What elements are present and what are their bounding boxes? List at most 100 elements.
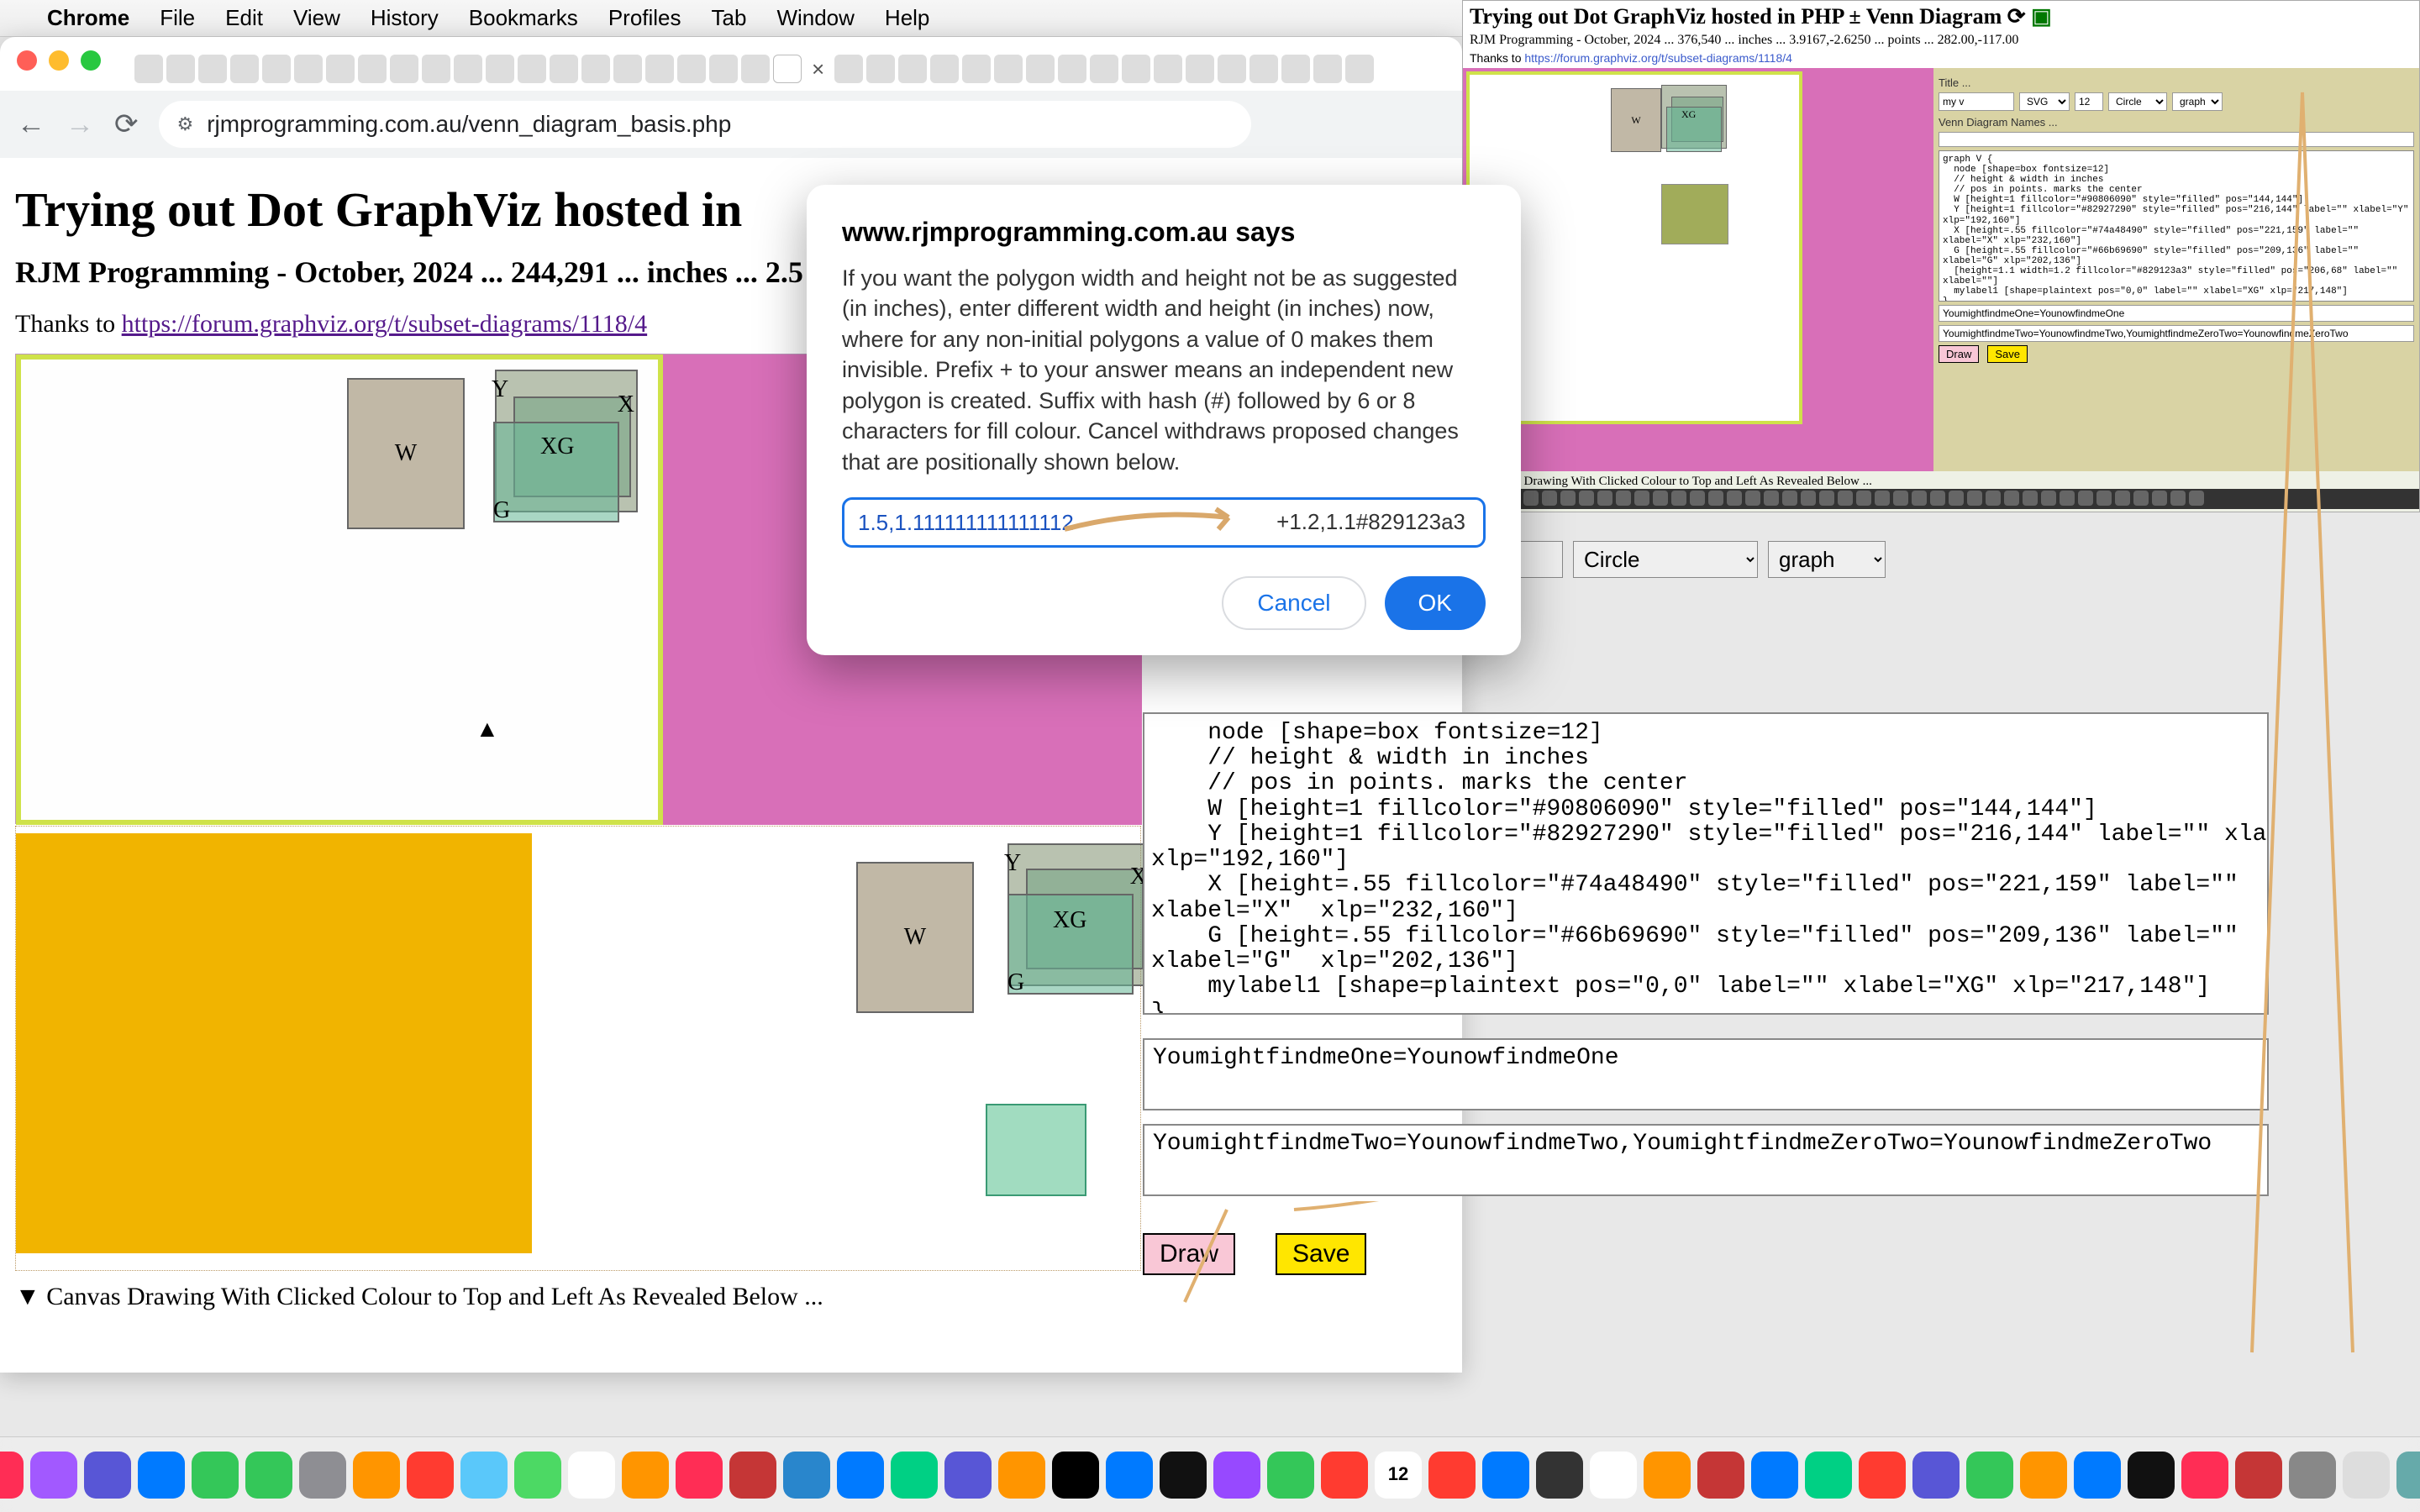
menu-view[interactable]: View (293, 5, 340, 31)
save-button[interactable]: Save (1276, 1233, 1366, 1275)
replace-textarea-2[interactable]: YoumightfindmeTwo=YounowfindmeTwo,Youmig… (1143, 1124, 2269, 1196)
tab-favicon[interactable] (390, 55, 418, 83)
dock-app-icon[interactable] (1482, 1452, 1529, 1499)
tab-favicon[interactable] (486, 55, 514, 83)
dock-app-icon[interactable] (1805, 1452, 1852, 1499)
tab-favicon[interactable] (230, 55, 259, 83)
dock-app-icon[interactable] (0, 1452, 24, 1499)
address-bar[interactable]: ⚙ rjmprogramming.com.au/venn_diagram_bas… (159, 101, 1251, 148)
tab-favicon[interactable] (1026, 55, 1055, 83)
menu-tab[interactable]: Tab (712, 5, 747, 31)
mini-save-button[interactable]: Save (1987, 345, 2028, 363)
ok-button[interactable]: OK (1385, 576, 1486, 630)
dock-app-icon[interactable] (1697, 1452, 1744, 1499)
dock-app-icon[interactable] (1859, 1452, 1906, 1499)
dock-app-icon[interactable] (676, 1452, 723, 1499)
menu-history[interactable]: History (371, 5, 439, 31)
dock-app-icon[interactable] (1966, 1452, 2013, 1499)
dock-app-icon[interactable] (1267, 1452, 1314, 1499)
tab-favicon[interactable] (1249, 55, 1278, 83)
dock-app-icon[interactable] (299, 1452, 346, 1499)
draw-button[interactable]: Draw (1143, 1233, 1235, 1275)
mini-draw-button[interactable]: Draw (1939, 345, 1979, 363)
canvas-reveal-toggle[interactable]: ▼ Canvas Drawing With Clicked Colour to … (15, 1283, 1447, 1311)
tab-favicon[interactable] (1345, 55, 1374, 83)
tab-favicon[interactable] (866, 55, 895, 83)
dock-app-icon[interactable] (138, 1452, 185, 1499)
mini-code-textarea[interactable]: graph V { node [shape=box fontsize=12] /… (1939, 150, 2414, 302)
cancel-button[interactable]: Cancel (1222, 576, 1365, 630)
dock-app-icon[interactable] (1644, 1452, 1691, 1499)
mini-shape-select[interactable]: Circle (2108, 92, 2167, 111)
mini-title-input[interactable] (1939, 92, 2014, 111)
shape-select[interactable]: Circle (1573, 541, 1758, 578)
tab-favicon[interactable] (613, 55, 642, 83)
replace-textarea-1[interactable]: YoumightfindmeOne=YounowfindmeOne (1143, 1038, 2269, 1110)
dock-app-icon[interactable] (1160, 1452, 1207, 1499)
site-settings-icon[interactable]: ⚙ (177, 113, 194, 135)
tab-favicon[interactable] (422, 55, 450, 83)
tab-favicon[interactable] (1313, 55, 1342, 83)
tab-favicon[interactable] (645, 55, 674, 83)
mini-replace-1[interactable] (1939, 305, 2414, 322)
dock-app-icon[interactable] (944, 1452, 992, 1499)
dock-app-icon[interactable] (1536, 1452, 1583, 1499)
dock-app-icon[interactable] (2020, 1452, 2067, 1499)
tab-favicon[interactable] (166, 55, 195, 83)
reload-button-icon[interactable]: ⟳ (114, 108, 139, 141)
dock-app-icon[interactable] (2181, 1452, 2228, 1499)
thanks-link[interactable]: https://forum.graphviz.org/t/subset-diag… (122, 310, 647, 338)
dock-app-icon[interactable] (353, 1452, 400, 1499)
active-tab[interactable] (773, 55, 802, 83)
tab-favicon[interactable] (1058, 55, 1086, 83)
tab-favicon[interactable] (550, 55, 578, 83)
tab-favicon[interactable] (294, 55, 323, 83)
close-window-icon[interactable] (17, 50, 37, 71)
expand-icon[interactable]: ▣ (2031, 4, 2052, 29)
tab-favicon[interactable] (1122, 55, 1150, 83)
tab-favicon[interactable] (709, 55, 738, 83)
dock-app-icon[interactable] (2343, 1452, 2390, 1499)
tab-favicon[interactable] (741, 55, 770, 83)
minimize-window-icon[interactable] (49, 50, 69, 71)
forward-button-icon[interactable]: → (66, 108, 94, 141)
tab-favicon[interactable] (262, 55, 291, 83)
tab-favicon[interactable] (994, 55, 1023, 83)
dock-app-icon[interactable] (2074, 1452, 2121, 1499)
app-name[interactable]: Chrome (47, 5, 129, 31)
fullscreen-window-icon[interactable] (81, 50, 101, 71)
tab-favicon[interactable] (326, 55, 355, 83)
dock-app-icon[interactable] (1428, 1452, 1476, 1499)
dock-app-icon[interactable] (407, 1452, 454, 1499)
dock-app-icon[interactable] (891, 1452, 938, 1499)
dock-app-icon[interactable] (460, 1452, 508, 1499)
dock-calendar-icon[interactable]: 12 (1375, 1452, 1422, 1499)
mini-type-select[interactable]: graph (2172, 92, 2223, 111)
tab-favicon[interactable] (930, 55, 959, 83)
tab-favicon[interactable] (1281, 55, 1310, 83)
dock-app-icon[interactable] (1321, 1452, 1368, 1499)
preview-box-w[interactable]: W (856, 862, 974, 1013)
dock-app-icon[interactable] (30, 1452, 77, 1499)
tab-favicon[interactable] (518, 55, 546, 83)
menu-bookmarks[interactable]: Bookmarks (469, 5, 578, 31)
menu-help[interactable]: Help (885, 5, 929, 31)
mini-new-polygon[interactable] (1661, 184, 1728, 244)
dock-app-icon[interactable] (84, 1452, 131, 1499)
dock-app-icon[interactable] (1213, 1452, 1260, 1499)
tab-favicon[interactable] (198, 55, 227, 83)
dock-app-icon[interactable] (2396, 1452, 2420, 1499)
dock-app-icon[interactable] (622, 1452, 669, 1499)
dock-app-icon[interactable] (2289, 1452, 2336, 1499)
mini-reveal-toggle[interactable]: ▼ Canvas Drawing With Clicked Colour to … (1463, 475, 2419, 489)
dock-app-icon[interactable] (1590, 1452, 1637, 1499)
back-button-icon[interactable]: ← (17, 108, 45, 141)
menu-file[interactable]: File (160, 5, 195, 31)
mini-names-input[interactable] (1939, 132, 2414, 147)
dock-app-icon[interactable] (514, 1452, 561, 1499)
refresh-icon[interactable]: ⟳ (2007, 4, 2026, 29)
dock-app-icon[interactable] (2235, 1452, 2282, 1499)
tab-favicon[interactable] (454, 55, 482, 83)
mini-fontsize-input[interactable] (2075, 92, 2103, 111)
dock-app-icon[interactable] (837, 1452, 884, 1499)
